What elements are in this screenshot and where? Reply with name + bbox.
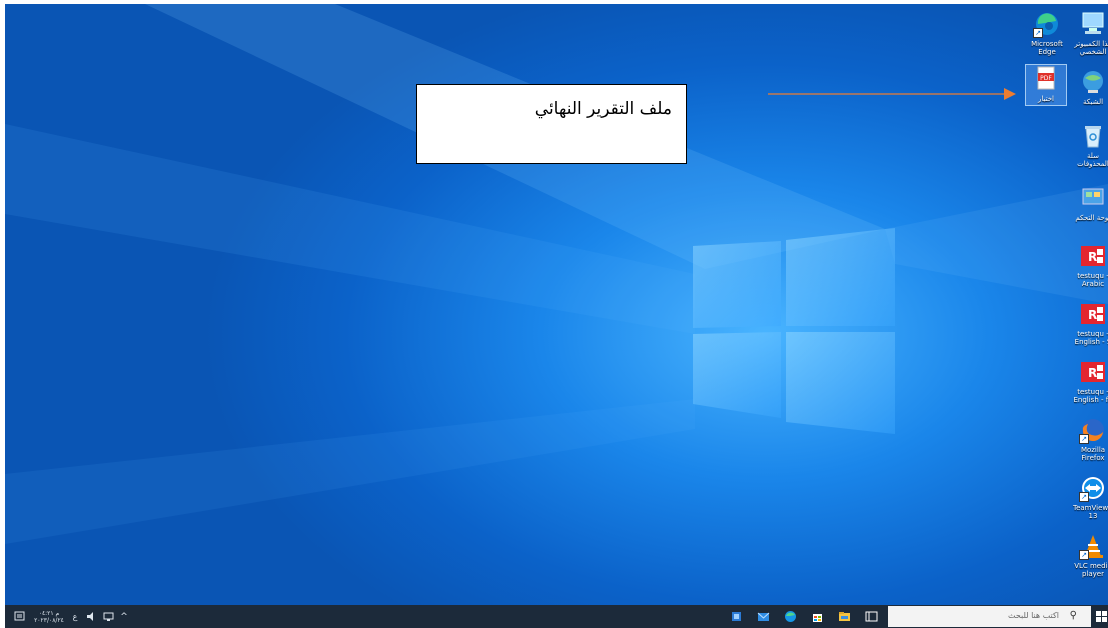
svg-text:PDF: PDF: [1040, 75, 1052, 82]
chevron-up-icon: ^: [120, 611, 128, 622]
app-r-icon: R: [1079, 242, 1107, 270]
taskbar-mail[interactable]: [752, 605, 774, 628]
annotation-arrow-icon: [768, 88, 1016, 100]
annotation-callout: ملف التقرير النهائي: [416, 84, 687, 164]
clock-time: م ٠٤:٢١: [38, 609, 60, 617]
language-button[interactable]: ع: [68, 605, 82, 628]
desktop-icon-edge[interactable]: ↗ Microsoft Edge: [1027, 10, 1067, 56]
desktop-icon-testuqu-english-fe[interactable]: R testuqu - English - fe: [1073, 358, 1108, 404]
recycle-bin-icon: [1079, 122, 1107, 150]
windows-logo-wallpaper: [693, 226, 895, 434]
taskbar-app[interactable]: [725, 605, 747, 628]
desktop-icon-label: VLC media player: [1074, 562, 1108, 578]
desktop-icon-label: هذا الكمبيوتر الشخصي: [1074, 40, 1108, 56]
app-r-icon: R: [1079, 300, 1107, 328]
task-view-button[interactable]: [860, 605, 882, 628]
volume-button[interactable]: [84, 605, 98, 628]
screen: هذا الكمبيوتر الشخصي ↗ Microsoft Edge ال…: [5, 4, 1108, 628]
start-button[interactable]: [1094, 605, 1108, 628]
language-indicator: ع: [72, 612, 78, 621]
network-status-icon: [103, 612, 113, 621]
desktop-icon-pdf-file[interactable]: PDF اختبار: [1025, 64, 1067, 106]
desktop-icon-label: TeamViewer 13: [1073, 504, 1108, 520]
file-explorer-icon: [838, 612, 850, 621]
pdf-file-icon: PDF: [1032, 65, 1060, 93]
annotation-text: ملف التقرير النهائي: [534, 99, 672, 119]
desktop-icon-teamviewer[interactable]: ↗ TeamViewer 13: [1073, 474, 1108, 520]
task-view-icon: [865, 611, 877, 622]
edge-icon: ↗: [1033, 10, 1061, 38]
desktop-icon-recycle-bin[interactable]: سلة المحذوفات: [1073, 122, 1108, 168]
desktop-icon-network[interactable]: الشبكة: [1073, 68, 1108, 106]
network-icon: [1079, 68, 1107, 96]
desktop-icon-label: اختبار: [1037, 95, 1054, 103]
desktop-icon-label: testuqu - Arabic: [1077, 272, 1108, 288]
desktop-icon-label: Mozilla Firefox: [1080, 446, 1106, 462]
taskbar-file-explorer[interactable]: [833, 605, 855, 628]
volume-icon: [86, 612, 93, 621]
desktop-icon-label: الشبكة: [1082, 98, 1104, 106]
shortcut-arrow-icon: ↗: [1079, 550, 1089, 560]
svg-text:R: R: [1088, 366, 1097, 380]
tray-overflow-button[interactable]: ^: [117, 605, 131, 628]
taskbar-edge[interactable]: [779, 605, 801, 628]
clock-date: ٢٠٢٣/٠٨/٢٤: [34, 616, 64, 624]
shortcut-arrow-icon: ↗: [1079, 492, 1089, 502]
clock-button[interactable]: م ٠٤:٢١ ٢٠٢٣/٠٨/٢٤: [33, 605, 65, 628]
this-pc-icon: [1079, 10, 1107, 38]
notifications-icon: [14, 611, 24, 621]
search-placeholder: اكتب هنا للبحث: [1008, 611, 1059, 620]
search-icon: ⚲: [1069, 610, 1077, 621]
network-status-button[interactable]: [101, 605, 115, 628]
shortcut-arrow-icon: ↗: [1033, 28, 1043, 38]
edge-icon: [784, 611, 796, 622]
desktop-icon-testuqu-english-s[interactable]: R testuqu - English - S: [1073, 300, 1108, 346]
desktop-icon-label: لوحة التحكم: [1075, 214, 1108, 222]
firefox-icon: ↗: [1079, 416, 1107, 444]
windows-icon: [1095, 611, 1107, 622]
desktop-icon-firefox[interactable]: ↗ Mozilla Firefox: [1073, 416, 1108, 462]
teamviewer-icon: ↗: [1079, 474, 1107, 502]
desktop-icon-control-panel[interactable]: لوحة التحكم: [1073, 184, 1108, 222]
desktop-icon-label: سلة المحذوفات: [1077, 152, 1108, 168]
taskbar-store[interactable]: [806, 605, 828, 628]
vlc-icon: ↗: [1079, 532, 1107, 560]
shortcut-arrow-icon: ↗: [1079, 434, 1089, 444]
desktop-icon-this-pc[interactable]: هذا الكمبيوتر الشخصي: [1073, 10, 1108, 56]
app-r-icon: R: [1079, 358, 1107, 386]
desktop-icon-vlc[interactable]: ↗ VLC media player: [1073, 532, 1108, 578]
desktop-icon-label: testuqu - English - fe: [1073, 388, 1108, 404]
app-icon: [731, 612, 741, 621]
desktop[interactable]: هذا الكمبيوتر الشخصي ↗ Microsoft Edge ال…: [5, 4, 1108, 605]
store-icon: [812, 614, 822, 622]
mail-icon: [757, 612, 769, 621]
desktop-icon-testuqu-arabic[interactable]: R testuqu - Arabic: [1073, 242, 1108, 288]
control-panel-icon: [1079, 184, 1107, 212]
desktop-icon-label: Microsoft Edge: [1031, 40, 1063, 56]
svg-text:R: R: [1088, 308, 1097, 322]
desktop-icon-label: testuqu - English - S: [1074, 330, 1108, 346]
notifications-button[interactable]: [11, 605, 27, 628]
taskbar: ⚲ اكتب هنا للبحث ^ ع م ٠٤:٢١ ٢٠٢٣/٠٨/٢٤: [5, 605, 1108, 628]
taskbar-search-box[interactable]: ⚲ اكتب هنا للبحث: [888, 606, 1091, 627]
svg-text:R: R: [1088, 250, 1097, 264]
